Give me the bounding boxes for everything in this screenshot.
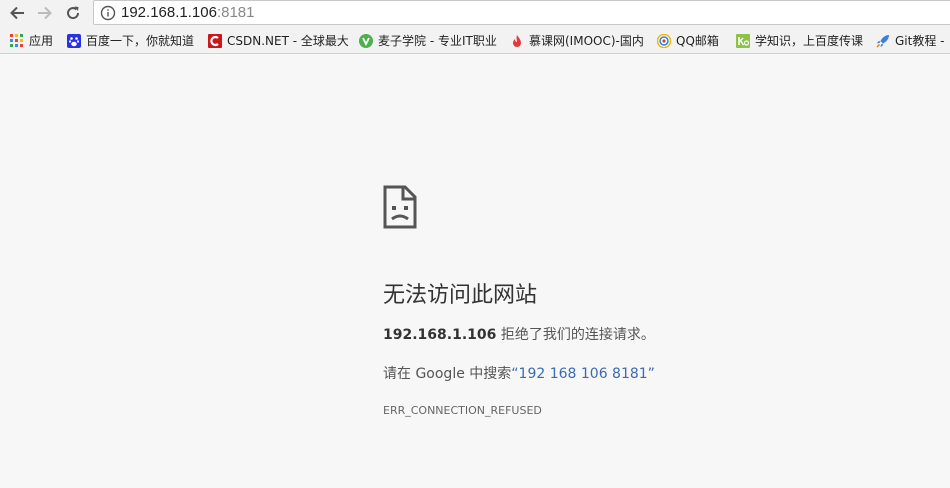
reload-icon xyxy=(67,6,80,20)
apps-grid-icon xyxy=(10,33,24,48)
bookmark-label: QQ邮箱 xyxy=(676,34,719,48)
bookmark-label: 百度一下，你就知道 xyxy=(86,34,195,48)
browser-toolbar: 192.168.1.106:8181 xyxy=(0,0,950,27)
google-search-link[interactable]: “192 168 106 8181” xyxy=(511,366,655,382)
bookmark-imooc[interactable]: 慕课网(IMOOC)-国内 xyxy=(510,32,646,49)
bookmark-label: CSDN.NET - 全球最大 xyxy=(227,34,348,48)
back-button[interactable] xyxy=(6,2,28,24)
url-port: :8181 xyxy=(216,4,255,21)
bookmark-label: 麦子学院 - 专业IT职业 xyxy=(378,34,497,48)
bookmark-baidu[interactable]: 百度一下，你就知道 xyxy=(67,32,199,49)
bookmarks-bar: 应用 百度一下，你就知道 CSDN.NET - 全球最大 麦子学院 - 专业IT… xyxy=(0,27,950,54)
bookmark-git-tutorial[interactable]: Git教程 - xyxy=(876,32,950,49)
error-code: ERR_CONNECTION_REFUSED xyxy=(383,404,542,417)
qqmail-icon xyxy=(657,33,671,48)
maiziedu-icon xyxy=(359,33,373,48)
bookmark-label: 应用 xyxy=(29,34,54,48)
bookmark-label: 慕课网(IMOOC)-国内 xyxy=(529,34,644,48)
bookmark-apps[interactable]: 应用 xyxy=(10,32,60,49)
reload-button[interactable] xyxy=(62,2,84,24)
search-suggestion: 请在 Google 中搜索“192 168 106 8181” xyxy=(383,363,655,383)
error-message: 192.168.1.106 拒绝了我们的连接请求。 xyxy=(383,324,655,344)
address-bar[interactable]: 192.168.1.106:8181 xyxy=(93,0,950,25)
bookmark-label: 学知识，上百度传课 xyxy=(755,34,864,48)
bookmark-label: Git教程 - xyxy=(895,34,945,48)
error-title: 无法访问此网站 xyxy=(383,283,538,308)
search-prefix: 请在 Google 中搜索 xyxy=(383,366,512,382)
forward-arrow-icon xyxy=(38,6,52,20)
bookmark-csdn[interactable]: CSDN.NET - 全球最大 xyxy=(208,32,348,49)
info-icon[interactable] xyxy=(100,5,116,21)
url-text[interactable]: 192.168.1.106:8181 xyxy=(121,5,254,21)
bookmark-chuanke[interactable]: 学知识，上百度传课 xyxy=(736,32,870,49)
bookmark-maiziedu[interactable]: 麦子学院 - 专业IT职业 xyxy=(359,32,499,49)
error-page: 无法访问此网站 192.168.1.106 拒绝了我们的连接请求。 请在 Goo… xyxy=(0,54,950,488)
url-host: 192.168.1.106 xyxy=(121,4,217,21)
chuanke-icon xyxy=(736,33,750,48)
error-host: 192.168.1.106 xyxy=(383,327,497,343)
csdn-icon xyxy=(208,33,222,48)
bookmark-qqmail[interactable]: QQ邮箱 xyxy=(657,32,729,49)
sad-page-icon xyxy=(383,185,417,229)
back-arrow-icon xyxy=(10,6,24,20)
rocket-icon xyxy=(876,34,890,48)
forward-button[interactable] xyxy=(34,2,56,24)
error-message-text: 拒绝了我们的连接请求。 xyxy=(496,327,655,343)
baidu-paw-icon xyxy=(67,33,81,48)
imooc-flame-icon xyxy=(510,34,524,48)
